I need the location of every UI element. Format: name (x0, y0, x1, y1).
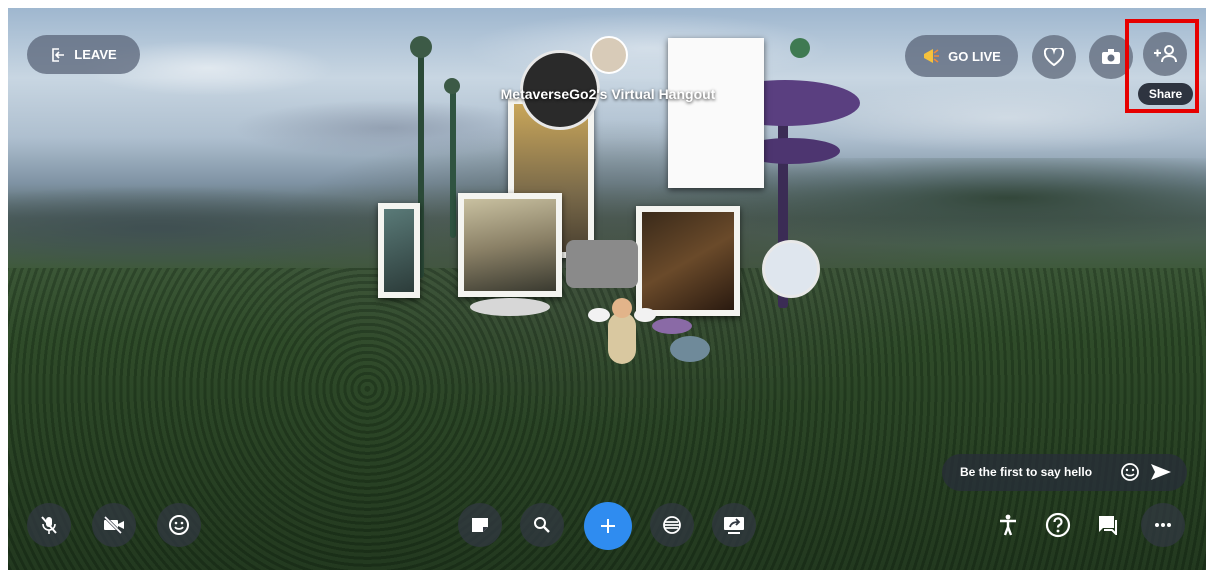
plus-icon (599, 517, 617, 535)
leave-button[interactable]: LEAVE (27, 35, 140, 74)
avatar-head (612, 298, 632, 318)
megaphone-icon (922, 47, 940, 65)
filter-lines-icon (661, 515, 683, 535)
video-off-icon (103, 516, 125, 534)
document-panel[interactable] (668, 38, 764, 188)
artwork-frame-right[interactable] (636, 206, 740, 316)
avatar-wing (588, 308, 610, 322)
add-content-button[interactable] (584, 502, 632, 550)
mic-toggle-button[interactable] (27, 503, 71, 547)
chat-placeholder: Be the first to say hello (960, 465, 1093, 479)
help-icon[interactable] (1045, 512, 1071, 538)
more-dots-icon (1154, 522, 1172, 528)
chat-bubble-icon[interactable] (1098, 515, 1118, 535)
portal-thumbnail[interactable] (762, 240, 820, 298)
mic-off-icon (40, 515, 58, 535)
virtual-gallery-scene[interactable] (370, 28, 870, 388)
leave-arrow-icon (50, 47, 66, 63)
go-live-button[interactable]: GO LIVE (905, 35, 1018, 77)
search-icon (533, 516, 551, 534)
go-live-label: GO LIVE (948, 48, 1001, 64)
room-title: MetaverseGo2's Virtual Hangout (500, 86, 716, 102)
share-screen-icon (723, 516, 745, 534)
video-toggle-button[interactable] (92, 503, 136, 547)
accessibility-icon[interactable] (996, 513, 1020, 537)
avatar-wing (634, 308, 656, 322)
plant-bud (444, 78, 460, 94)
plant-stem (450, 88, 456, 238)
heart-icon (1044, 48, 1064, 66)
reactions-button[interactable] (157, 503, 201, 547)
favorite-button[interactable] (1032, 35, 1076, 79)
send-icon[interactable] (1150, 462, 1172, 482)
smiley-icon (168, 514, 190, 536)
small-mushroom (652, 318, 692, 334)
share-screen-button[interactable] (712, 503, 756, 547)
search-button[interactable] (520, 503, 564, 547)
leave-label: LEAVE (74, 47, 117, 62)
sticky-note-icon (471, 517, 489, 533)
chat-input[interactable]: Be the first to say hello (942, 454, 1187, 491)
artwork-frame-left[interactable] (378, 203, 420, 298)
host-avatar[interactable] (590, 36, 628, 74)
rock (670, 336, 710, 362)
artwork-frame-center[interactable] (458, 193, 562, 297)
user-avatar[interactable] (608, 312, 636, 364)
plant-bud (410, 36, 432, 58)
chat-emoji-icon[interactable] (1120, 462, 1140, 482)
camera-icon (1101, 49, 1121, 65)
share-highlight-box (1125, 19, 1199, 113)
plant-bud (790, 38, 810, 58)
sticky-note-button[interactable] (458, 503, 502, 547)
retro-radio-object[interactable] (566, 240, 638, 288)
artwork-pedestal (470, 298, 550, 316)
more-options-button[interactable] (1141, 503, 1185, 547)
filter-button[interactable] (650, 503, 694, 547)
